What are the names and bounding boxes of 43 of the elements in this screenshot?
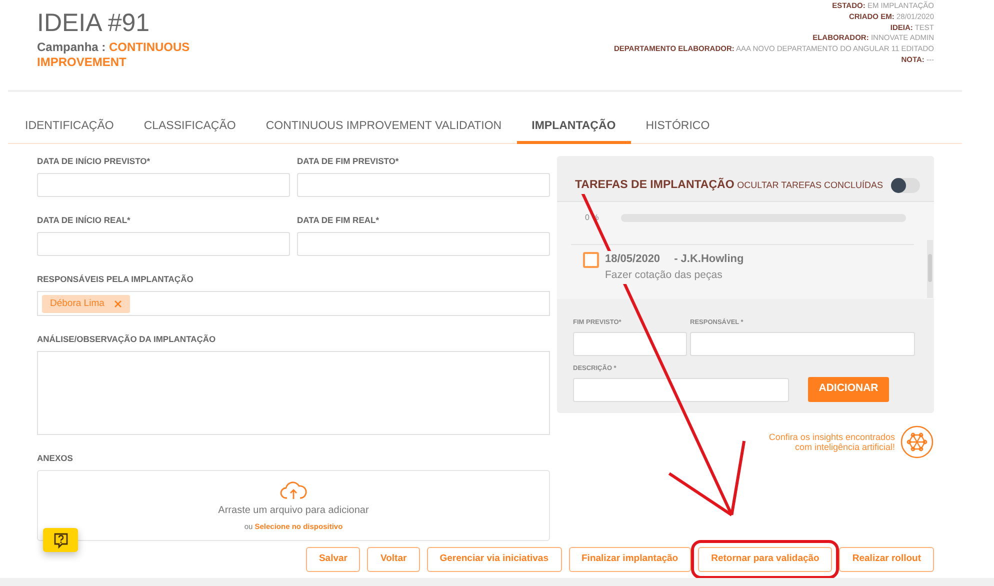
insights-text[interactable]: Confira os insights encontrados com inteligência artificial! xyxy=(768,432,895,452)
field-label: DATA DE INÍCIO PREVISTO* xyxy=(37,156,152,166)
field-label: DATA DE FIM REAL* xyxy=(297,215,380,226)
task-date: 18/05/2020 xyxy=(605,251,660,268)
text-field[interactable] xyxy=(573,332,687,356)
responsibles-field[interactable]: Débora Lima xyxy=(37,291,550,316)
drop-instruction: Arraste um arquivo para adicionar xyxy=(218,504,369,518)
date-field[interactable] xyxy=(297,173,550,198)
action-button[interactable]: Finalizar implantação xyxy=(568,547,692,572)
toggle-switch[interactable] xyxy=(891,178,920,194)
text-field[interactable] xyxy=(573,378,789,402)
help-icon xyxy=(52,532,68,548)
page-title: IDEIA #91 xyxy=(37,10,151,38)
tab[interactable]: CLASSIFICAÇÃO xyxy=(128,112,251,144)
date-field[interactable] xyxy=(37,232,290,256)
scrollbar[interactable] xyxy=(927,240,933,298)
text-field[interactable] xyxy=(690,332,915,356)
tag-text: Débora Lima xyxy=(50,296,104,311)
field-label: RESPONSÁVEIS PELA IMPLANTAÇÃO xyxy=(37,274,194,284)
task-checkbox[interactable] xyxy=(583,252,599,268)
action-button[interactable]: Realizar rollout xyxy=(839,547,934,572)
network-icon[interactable] xyxy=(900,425,934,460)
tab[interactable]: CONTINUOUS IMPROVEMENT VALIDATION xyxy=(250,112,517,144)
campaign-text: Campanha : CONTINUOUS IMPROVEMENT xyxy=(37,40,191,70)
tab[interactable]: HISTÓRICO xyxy=(630,112,725,144)
tab[interactable]: IDENTIFICAÇÃO xyxy=(10,112,129,144)
action-button[interactable]: Salvar xyxy=(306,547,360,572)
field-label: DATA DE FIM PREVISTO* xyxy=(297,156,400,166)
add-button[interactable]: ADICIONAR xyxy=(808,376,889,402)
field-label: ANÁLISE/OBSERVAÇÃO DA IMPLANTAÇÃO xyxy=(37,334,217,344)
date-field[interactable] xyxy=(297,232,550,256)
action-button[interactable]: Gerenciar via iniciativas xyxy=(426,547,562,572)
panel-title: TAREFAS DE IMPLANTAÇÃO xyxy=(575,177,734,194)
action-button[interactable]: Voltar xyxy=(367,547,420,572)
help-button[interactable] xyxy=(43,528,78,552)
cloud-upload-icon xyxy=(280,480,307,500)
date-field[interactable] xyxy=(37,173,290,198)
tab[interactable]: IMPLANTAÇÃO xyxy=(516,112,631,144)
toggle-label: OCULTAR TAREFAS CONCLUÍDAS xyxy=(737,179,883,192)
remove-icon[interactable] xyxy=(114,300,122,308)
analysis-textarea[interactable] xyxy=(37,351,550,436)
field-label: ANEXOS xyxy=(37,453,74,464)
field-label: DATA DE INÍCIO REAL* xyxy=(37,215,132,226)
